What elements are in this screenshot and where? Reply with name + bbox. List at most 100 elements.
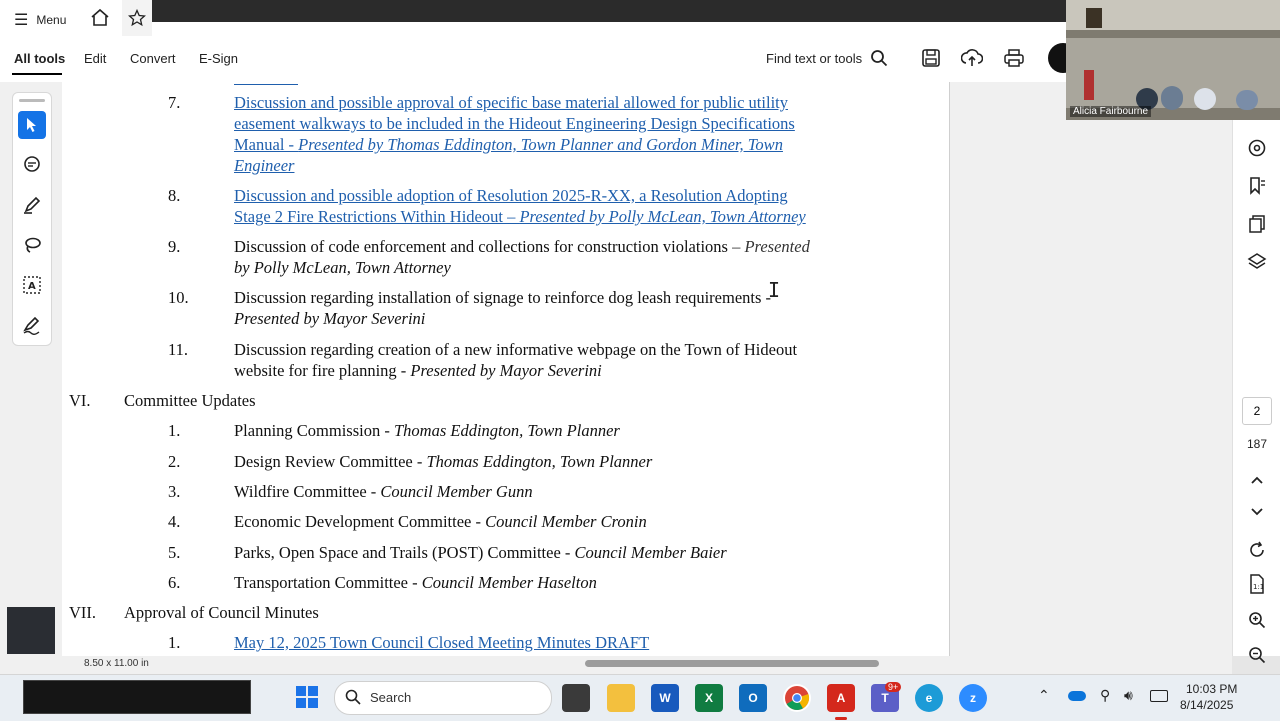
video-person [1236, 90, 1258, 110]
find-text-or-tools[interactable]: Find text or tools [766, 51, 862, 66]
agenda-item-link[interactable]: Discussion and possible approval of spec… [234, 93, 788, 113]
agenda-item-number: 11. [168, 340, 189, 359]
refresh-icon[interactable] [1245, 538, 1269, 562]
committee-number: 6. [168, 573, 181, 592]
committee-item: Design Review Committee - Thomas Eddingt… [234, 452, 653, 471]
zoom-video-thumbnail[interactable]: Alicia Fairbourne [1066, 0, 1280, 120]
section-number: VII. [69, 603, 97, 622]
section-title: Approval of Council Minutes [124, 603, 319, 622]
agenda-item-presenter: Presented by Mayor Severini [234, 309, 426, 328]
convert-tab[interactable]: Convert [130, 51, 176, 66]
menu-button[interactable]: ☰ Menu [14, 10, 66, 30]
video-person [1194, 88, 1216, 110]
section-number: VI. [69, 391, 91, 410]
acrobat-icon[interactable]: A [827, 684, 855, 712]
status-bar: 8.50 x 11.00 in [0, 656, 1232, 674]
committee-number: 2. [168, 452, 181, 471]
chevron-down-icon[interactable] [1245, 500, 1269, 524]
zoom-out-icon[interactable] [1245, 643, 1269, 667]
select-icon[interactable] [18, 111, 46, 139]
home-icon[interactable] [90, 8, 110, 26]
quick-tools-bar: A [12, 92, 52, 346]
agenda-item-text: Discussion regarding installation of sig… [234, 288, 772, 307]
pen-icon[interactable] [18, 191, 46, 219]
comment-list-icon[interactable] [1245, 136, 1269, 160]
chrome-icon[interactable] [783, 684, 811, 712]
windows-icon[interactable] [295, 685, 319, 714]
volume-icon[interactable]: 🔊︎ [1124, 687, 1133, 704]
clock-time[interactable]: 10:03 PM [1186, 682, 1237, 696]
taskbar-widget[interactable] [23, 680, 251, 714]
committee-item: Transportation Committee - Council Membe… [234, 573, 597, 592]
committee-number: 1. [168, 421, 181, 440]
menu-label: Menu [36, 13, 67, 27]
text-select-icon[interactable]: A [18, 271, 46, 299]
agenda-item-presenter: by Polly McLean, Town Attorney [234, 258, 451, 277]
excel-icon[interactable]: X [695, 684, 723, 712]
right-tools-panel: 2 187 1:1 [1232, 82, 1280, 664]
battery-icon [1150, 690, 1168, 702]
committee-number: 4. [168, 512, 181, 531]
chevron-up-icon[interactable] [1245, 468, 1269, 492]
comment-icon[interactable] [18, 151, 46, 179]
page-number-input[interactable]: 2 [1242, 397, 1272, 425]
fit-page-icon[interactable]: 1:1 [1245, 572, 1269, 596]
search-icon [345, 689, 361, 710]
search-placeholder: Search [370, 690, 412, 705]
onedrive-icon[interactable] [1068, 691, 1086, 701]
minutes-number: 1. [168, 633, 181, 652]
previous-link-fragment [234, 82, 298, 85]
outlook-icon[interactable]: O [739, 684, 767, 712]
edge-icon[interactable]: e [915, 684, 943, 712]
taskbar-search-box[interactable]: Search [334, 681, 552, 715]
chevron-up-icon[interactable]: ⌃ [1038, 687, 1050, 704]
agenda-item-text: website for fire planning - Presented by… [234, 361, 602, 380]
agenda-item-link[interactable]: Discussion and possible adoption of Reso… [234, 186, 788, 206]
search-icon[interactable] [870, 49, 888, 72]
print-icon[interactable] [1003, 48, 1025, 73]
upload-icon[interactable] [960, 48, 984, 73]
bookmark-icon[interactable] [1245, 174, 1269, 198]
agenda-item-link[interactable]: Engineer [234, 156, 294, 176]
lasso-icon[interactable] [18, 231, 46, 259]
save-icon[interactable] [921, 48, 941, 73]
horizontal-scrollbar[interactable] [585, 660, 879, 667]
agenda-item-text: Discussion of code enforcement and colle… [234, 237, 810, 256]
zoom-in-icon[interactable] [1245, 608, 1269, 632]
folder-icon[interactable] [607, 684, 635, 712]
committee-item: Parks, Open Space and Trails (POST) Comm… [234, 543, 727, 562]
zoom-icon[interactable]: z [959, 684, 987, 712]
main-toolbar: All tools Edit Convert E-Sign Find text … [0, 36, 1078, 83]
minutes-link[interactable]: May 12, 2025 Town Council Closed Meeting… [234, 633, 649, 653]
word-icon[interactable]: W [651, 684, 679, 712]
pdf-page: 7. Discussion and possible approval of s… [62, 82, 950, 656]
sign-icon[interactable] [18, 311, 46, 339]
windows-taskbar: Search W X O A T 9+ e z ⌃ ⚲ 🔊︎ 10:03 PM … [0, 674, 1280, 721]
agenda-item-link[interactable]: Manual - Presented by Thomas Eddington, … [234, 135, 783, 155]
star-icon[interactable] [122, 0, 152, 36]
svg-text:A: A [28, 281, 36, 292]
agenda-item-link[interactable]: easement walkways to be included in the … [234, 114, 795, 134]
drag-handle[interactable] [19, 99, 45, 102]
edit-tab[interactable]: Edit [84, 51, 106, 66]
copy-pages-icon[interactable] [1245, 212, 1269, 236]
layers-icon[interactable] [1245, 250, 1269, 274]
file-explorer-dark-icon[interactable] [562, 684, 590, 712]
text-cursor-icon: I [768, 278, 781, 302]
agenda-item-number: 8. [168, 186, 181, 205]
hamburger-icon: ☰ [14, 12, 29, 29]
committee-number: 5. [168, 543, 181, 562]
network-icon[interactable]: ⚲ [1100, 687, 1110, 704]
video-door [1086, 8, 1102, 28]
participant-name: Alicia Fairbourne [1070, 106, 1152, 117]
video-person [1161, 86, 1183, 110]
agenda-item-link[interactable]: Stage 2 Fire Restrictions Within Hideout… [234, 207, 806, 227]
page-size-label: 8.50 x 11.00 in [84, 658, 149, 669]
page-count: 187 [1246, 437, 1268, 451]
active-tab-underline [12, 73, 62, 75]
agenda-item-text: Discussion regarding creation of a new i… [234, 340, 798, 359]
clock-date[interactable]: 8/14/2025 [1180, 698, 1233, 712]
esign-tab[interactable]: E-Sign [199, 51, 238, 66]
all-tools-tab[interactable]: All tools [14, 51, 65, 66]
thumbnail-panel[interactable] [7, 607, 55, 654]
